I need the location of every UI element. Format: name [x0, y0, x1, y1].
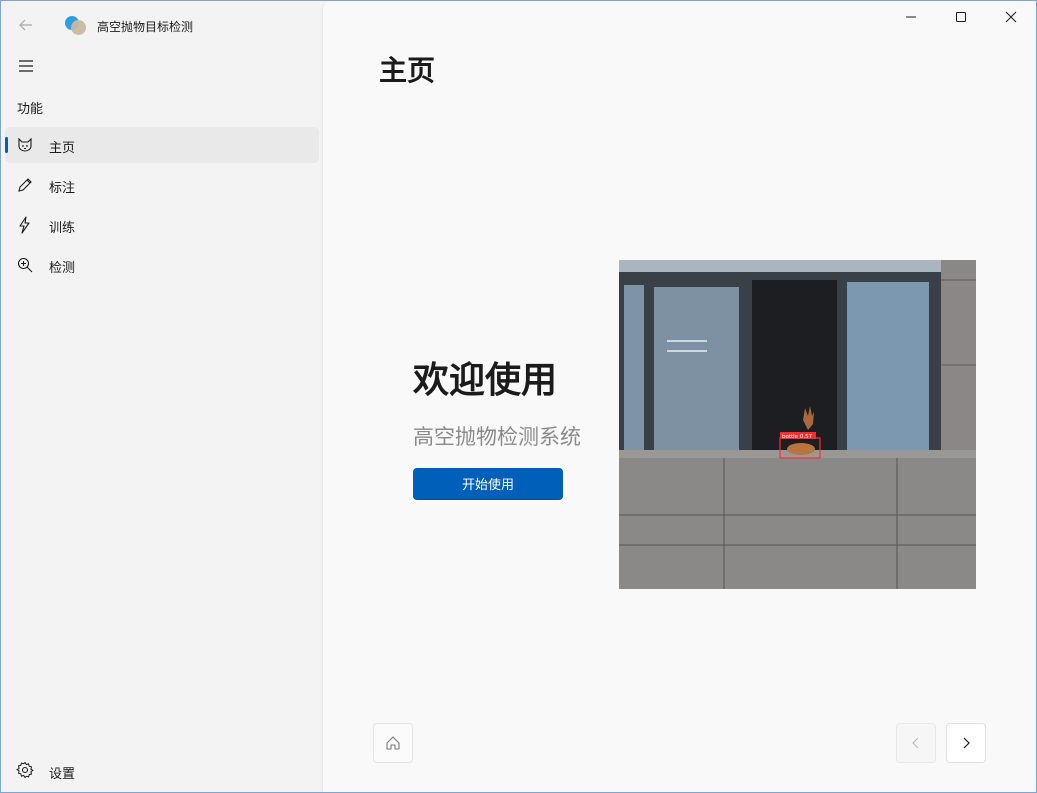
lightning-icon	[16, 216, 34, 234]
cat-icon	[16, 136, 34, 154]
pencil-icon	[16, 176, 34, 194]
maximize-icon	[956, 12, 966, 22]
chevron-right-icon	[963, 737, 970, 749]
minimize-icon	[906, 16, 916, 18]
sidebar-item-home[interactable]: 主页	[5, 127, 319, 163]
home-button[interactable]	[373, 723, 413, 763]
gear-icon	[16, 761, 34, 779]
sidebar-item-label: 检测	[49, 261, 76, 276]
home-icon	[386, 736, 400, 750]
sidebar-item-train[interactable]: 训练	[5, 207, 319, 243]
sidebar-item-detect[interactable]: 检测	[5, 247, 319, 283]
zoom-in-icon	[16, 256, 34, 274]
sidebar: 高空抛物目标检测 功能 主页 标注 训练 检测 设置	[1, 1, 322, 792]
caption-buttons	[886, 1, 1036, 33]
close-button[interactable]	[986, 1, 1036, 33]
app-window: 高空抛物目标检测 功能 主页 标注 训练 检测 设置 主页 欢迎使用 高空抛物检…	[0, 0, 1037, 793]
maximize-button[interactable]	[936, 1, 986, 33]
page-title: 主页	[379, 54, 436, 87]
hamburger-icon	[19, 60, 33, 72]
detection-label: bottle 0.57	[782, 434, 813, 440]
title-bar: 高空抛物目标检测	[1, 1, 322, 49]
previous-button[interactable]	[896, 723, 936, 763]
arrow-left-icon	[19, 19, 32, 31]
sidebar-item-annotate[interactable]: 标注	[5, 167, 319, 203]
back-button[interactable]	[11, 10, 41, 40]
main-content: 主页 欢迎使用 高空抛物检测系统 开始使用 bottle 0.57	[322, 1, 1036, 792]
sidebar-item-label: 主页	[49, 141, 76, 156]
chevron-left-icon	[912, 737, 919, 749]
settings-label: 设置	[49, 767, 76, 782]
close-icon	[1005, 11, 1017, 23]
welcome-subtitle: 高空抛物检测系统	[413, 425, 581, 449]
next-button[interactable]	[946, 723, 986, 763]
detection-photo: bottle 0.57	[619, 260, 976, 589]
minimize-button[interactable]	[886, 1, 936, 33]
menu-toggle-button[interactable]	[11, 51, 41, 81]
sidebar-item-label: 标注	[49, 181, 76, 196]
app-title: 高空抛物目标检测	[97, 20, 194, 34]
welcome-heading: 欢迎使用	[413, 360, 558, 401]
app-logo-icon	[65, 16, 87, 36]
sidebar-item-label: 训练	[49, 221, 76, 236]
sidebar-item-settings[interactable]: 设置	[5, 753, 319, 789]
selection-indicator	[5, 137, 8, 153]
section-label: 功能	[17, 102, 44, 117]
start-button[interactable]: 开始使用	[413, 468, 563, 500]
